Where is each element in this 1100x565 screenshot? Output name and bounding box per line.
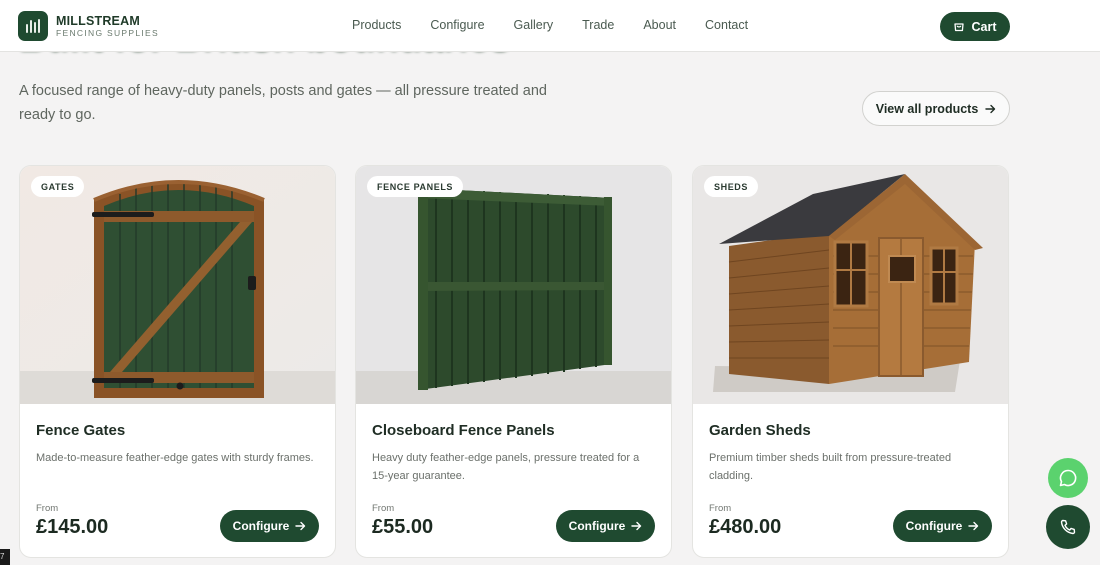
view-all-products-button[interactable]: View all products	[862, 91, 1010, 126]
product-description: Premium timber sheds built from pressure…	[709, 452, 952, 482]
category-badge: GATES	[31, 176, 85, 197]
product-price: £145.00	[36, 516, 109, 538]
configure-label: Configure	[568, 519, 626, 533]
arrow-right-icon	[985, 104, 996, 113]
nav-products[interactable]: Products	[352, 18, 401, 32]
nav-configure[interactable]: Configure	[430, 18, 484, 32]
configure-button[interactable]: Configure	[893, 510, 992, 542]
product-title: Closeboard Fence Panels	[372, 422, 555, 439]
brand-logo[interactable]: MILLSTREAM FENCING SUPPLIES	[18, 11, 159, 41]
product-image-gate: GATES	[20, 166, 335, 404]
product-title: Garden Sheds	[709, 422, 811, 439]
cart-label: Cart	[971, 19, 997, 34]
whatsapp-icon	[1059, 469, 1077, 487]
view-all-label: View all products	[875, 101, 979, 116]
nav-gallery[interactable]: Gallery	[514, 18, 554, 32]
arrow-right-icon	[968, 521, 979, 531]
arrow-right-icon	[295, 521, 306, 531]
product-description: Heavy duty feather-edge panels, pressure…	[372, 452, 640, 482]
nav-contact[interactable]: Contact	[705, 18, 748, 32]
price-from-label: From	[709, 503, 732, 514]
cart-icon	[954, 22, 965, 31]
brand-name: MILLSTREAM	[56, 13, 140, 28]
phone-button[interactable]	[1046, 505, 1090, 549]
price-from-label: From	[36, 503, 59, 514]
corner-indicator: 7	[0, 549, 10, 565]
configure-button[interactable]: Configure	[556, 510, 655, 542]
category-badge: SHEDS	[704, 176, 759, 197]
logo-bars-icon	[18, 11, 48, 41]
configure-label: Configure	[232, 519, 290, 533]
product-title: Fence Gates	[36, 422, 126, 439]
product-image-fence-panel: FENCE PANELS	[356, 166, 671, 404]
price-from-label: From	[372, 503, 395, 514]
category-badge: FENCE PANELS	[367, 176, 464, 197]
product-description: Made-to-measure feather-edge gates with …	[36, 452, 314, 464]
nav-trade[interactable]: Trade	[582, 18, 614, 32]
product-card-fence-panels[interactable]: FENCE PANELS Closeboard Fence Panels Hea…	[355, 165, 672, 558]
main-nav: Products Configure Gallery Trade About C…	[352, 18, 777, 32]
site-header: MILLSTREAM FENCING SUPPLIES Products Con…	[0, 0, 1100, 52]
phone-icon	[1060, 519, 1076, 535]
product-price: £480.00	[709, 516, 782, 538]
configure-label: Configure	[905, 519, 963, 533]
nav-about[interactable]: About	[643, 18, 676, 32]
product-price: £55.00	[372, 516, 434, 538]
product-card-sheds[interactable]: SHEDS Garden Sheds Premium timber sheds …	[692, 165, 1009, 558]
configure-button[interactable]: Configure	[220, 510, 319, 542]
whatsapp-button[interactable]	[1048, 458, 1088, 498]
product-image-shed: SHEDS	[693, 166, 1008, 404]
cart-button[interactable]: Cart	[940, 12, 1010, 41]
page-subtitle: A focused range of heavy-duty panels, po…	[19, 83, 547, 123]
product-card-gates[interactable]: GATES Fence Gates Made-to-measure feathe…	[19, 165, 336, 558]
arrow-right-icon	[631, 521, 642, 531]
brand-tagline: FENCING SUPPLIES	[56, 28, 159, 38]
